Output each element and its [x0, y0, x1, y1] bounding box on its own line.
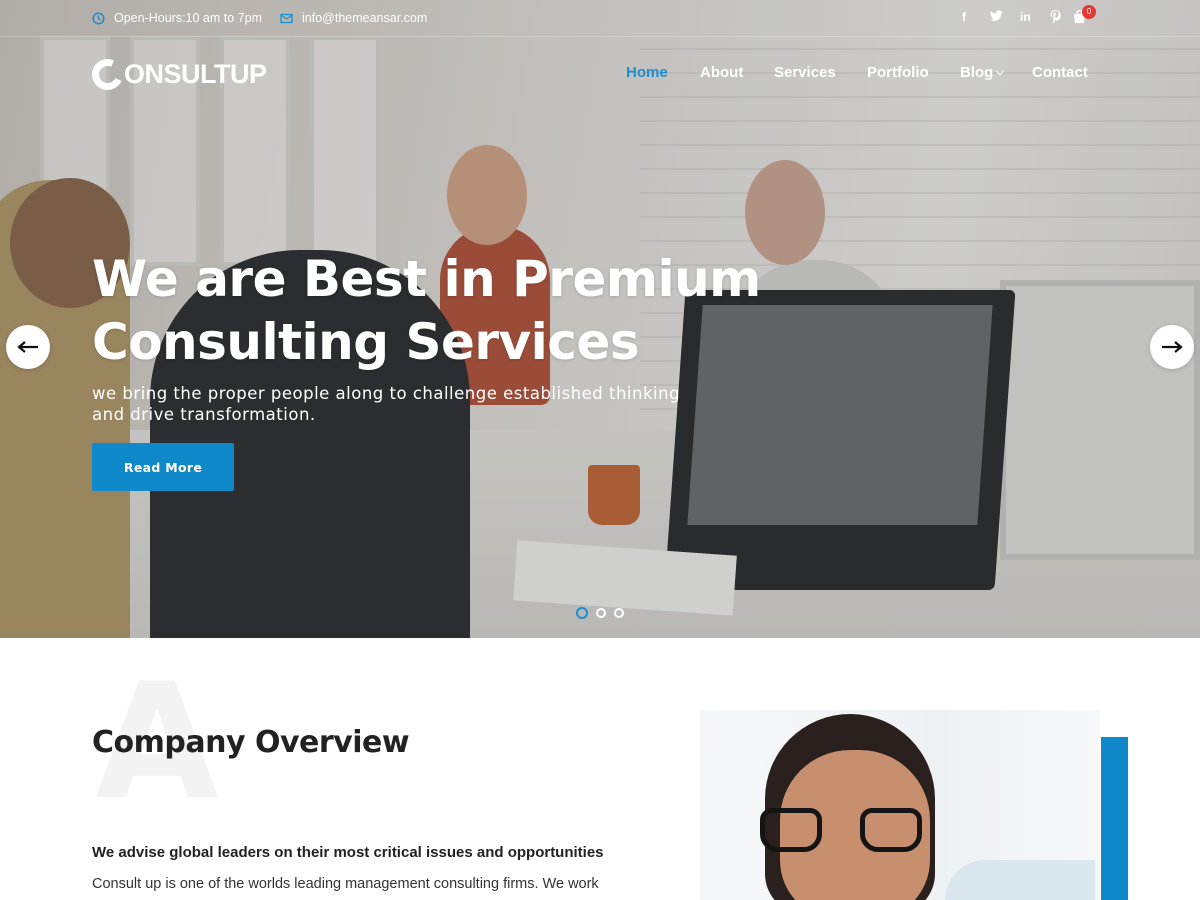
twitter-icon[interactable]	[990, 10, 1003, 25]
slider-dot-active[interactable]	[576, 607, 588, 619]
facebook-icon[interactable]: f	[962, 10, 966, 24]
hero-title: We are Best in Premium Consulting Servic…	[92, 248, 812, 374]
cart-count-badge: 0	[1082, 5, 1096, 19]
top-bar: Open-Hours:10 am to 7pm info@themeansar.…	[0, 0, 1200, 37]
nav-contact[interactable]: Contact	[1032, 64, 1088, 81]
logo-mark	[87, 54, 128, 94]
nav-services[interactable]: Services	[774, 64, 836, 81]
read-more-button[interactable]: Read More	[92, 443, 234, 491]
chevron-down-icon	[996, 66, 1005, 76]
logo-text: ONSULTUP	[124, 58, 267, 89]
slider-prev-button[interactable]	[6, 325, 50, 369]
site-logo[interactable]: ONSULTUP	[87, 54, 267, 94]
glasses-lens	[760, 808, 822, 852]
consultant-photo	[700, 710, 1100, 900]
clock-icon	[92, 11, 105, 25]
arrow-left-icon	[17, 341, 38, 353]
email-contact[interactable]: info@themeansar.com	[280, 11, 427, 25]
section-title: Company Overview	[92, 725, 410, 760]
hero-subtitle-line: and drive transformation.	[92, 405, 316, 424]
section-text: Consult up is one of the worlds leading …	[92, 876, 599, 892]
hero-slider: Open-Hours:10 am to 7pm info@themeansar.…	[0, 0, 1200, 638]
accent-bar	[1101, 737, 1128, 900]
slider-next-button[interactable]	[1150, 325, 1194, 369]
hero-subtitle-line: we bring the proper people along to chal…	[92, 384, 681, 403]
slider-dot[interactable]	[596, 608, 606, 618]
nav-blog[interactable]: Blog	[960, 64, 1005, 81]
hero-subtitle: we bring the proper people along to chal…	[92, 383, 772, 425]
arrow-right-icon	[1162, 341, 1183, 353]
nav-about[interactable]: About	[700, 64, 743, 81]
linkedin-icon[interactable]: in	[1020, 10, 1031, 24]
envelope-icon	[280, 12, 293, 25]
nav-portfolio[interactable]: Portfolio	[867, 64, 929, 81]
slider-dot[interactable]	[614, 608, 624, 618]
hero-title-line: Consulting Services	[92, 313, 640, 371]
opening-hours: Open-Hours:10 am to 7pm	[92, 11, 262, 25]
section-lead: We advise global leaders on their most c…	[92, 844, 604, 861]
nav-home[interactable]: Home	[626, 64, 668, 81]
email-text: info@themeansar.com	[302, 11, 428, 25]
hero-title-line: We are Best in Premium	[92, 250, 761, 308]
pinterest-icon[interactable]	[1050, 10, 1061, 26]
glasses-lens	[860, 808, 922, 852]
nav-blog-label: Blog	[960, 64, 994, 81]
hours-text: Open-Hours:10 am to 7pm	[114, 11, 262, 25]
slider-pagination	[576, 607, 624, 619]
photo-shirt	[945, 860, 1095, 900]
